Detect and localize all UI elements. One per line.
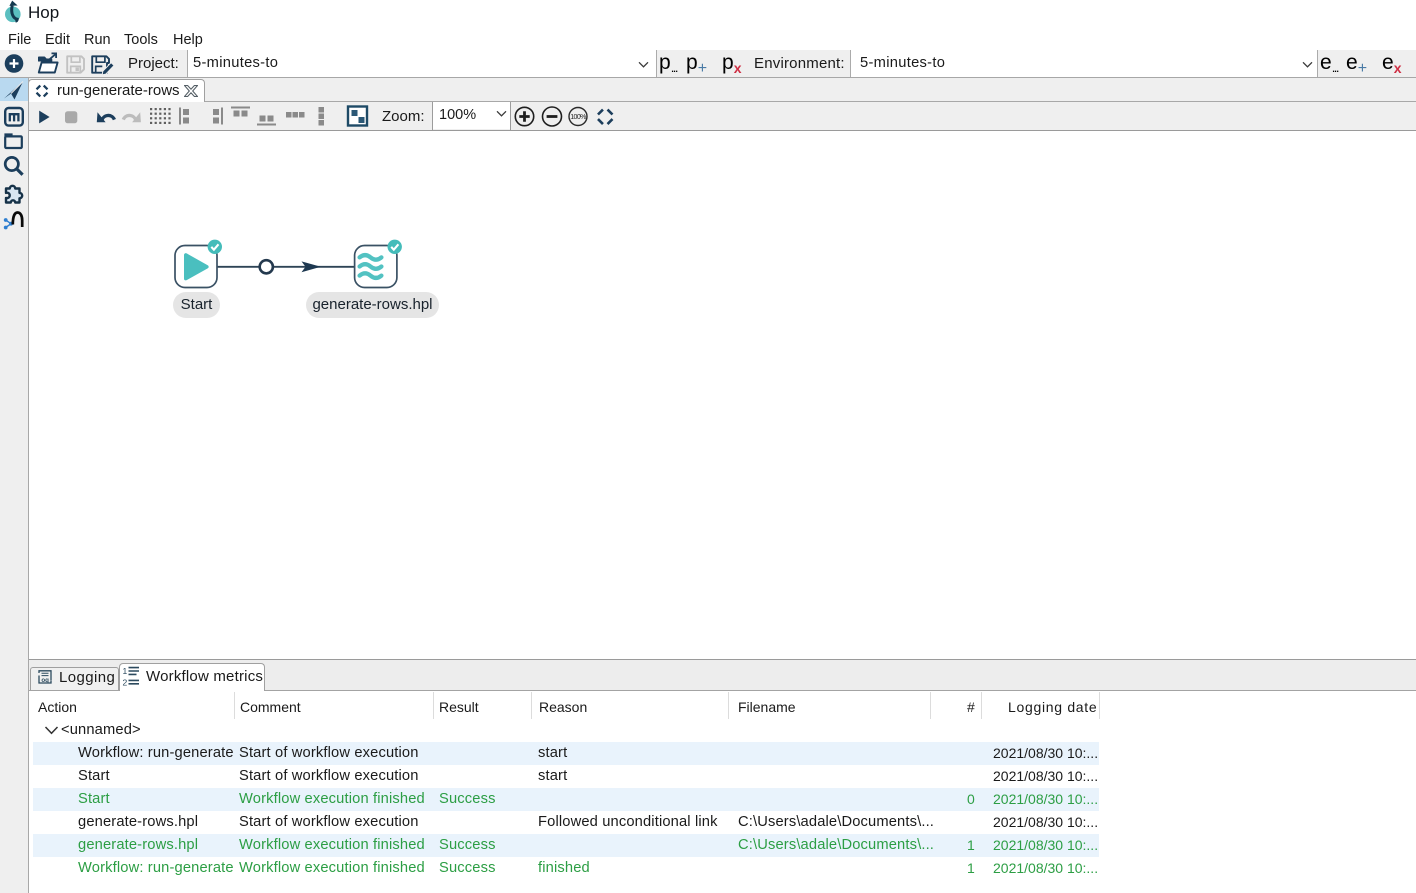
svg-text:100%: 100% xyxy=(570,114,586,121)
svg-text:2: 2 xyxy=(123,678,128,688)
svg-text:og: og xyxy=(41,677,49,684)
svg-text:1: 1 xyxy=(123,666,128,676)
